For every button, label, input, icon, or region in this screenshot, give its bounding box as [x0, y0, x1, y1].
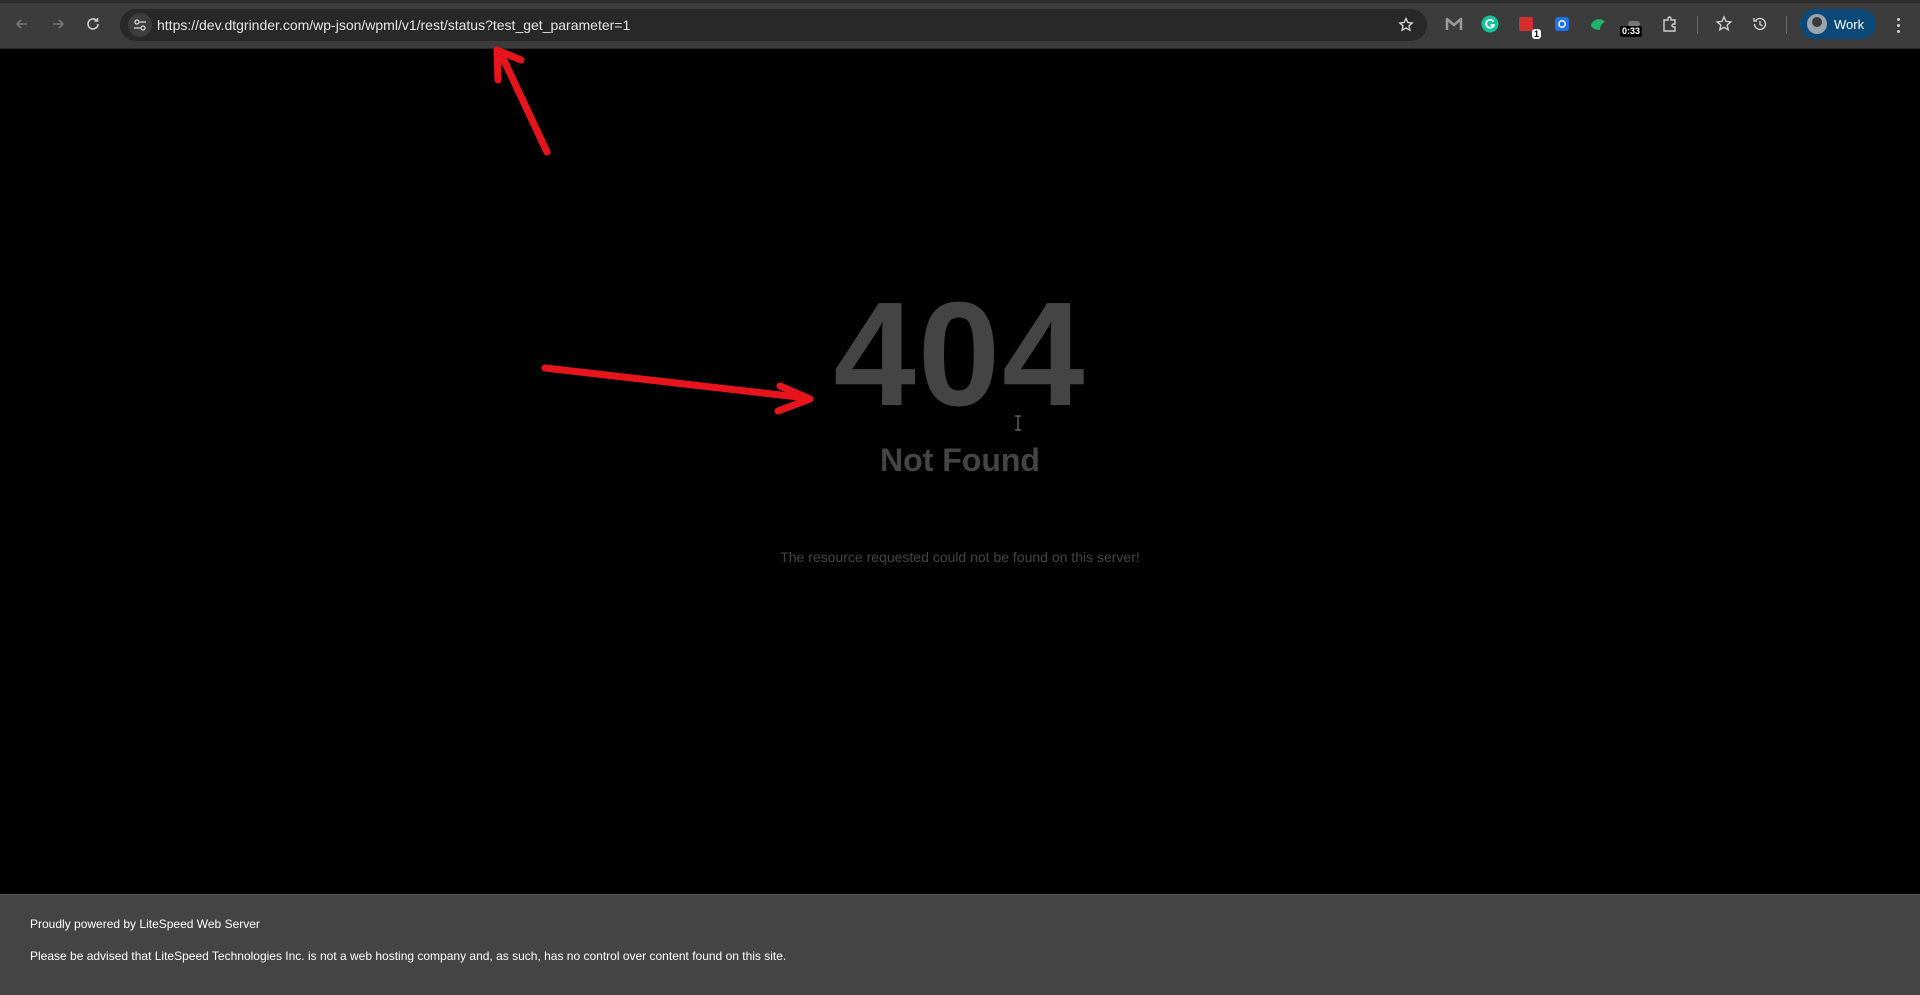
- grammarly-extension-icon[interactable]: [1478, 12, 1502, 36]
- back-arrow-icon: [15, 19, 27, 29]
- site-info-button[interactable]: [128, 13, 152, 37]
- malwarebytes-extension-icon[interactable]: [1442, 12, 1466, 36]
- tune-settings-icon: [134, 19, 146, 31]
- history-clock-icon: [1753, 17, 1767, 31]
- page-footer: Proudly powered by LiteSpeed Web Server …: [0, 894, 1920, 995]
- star-outline-icon: [1398, 17, 1414, 32]
- forward-button[interactable]: [45, 11, 71, 37]
- profile-button[interactable]: Work: [1800, 9, 1876, 39]
- red-extension-icon[interactable]: 1: [1514, 12, 1541, 39]
- tab-strip-edge: [0, 0, 1920, 3]
- bookmarks-button[interactable]: [1712, 12, 1736, 36]
- error-code: 404: [833, 272, 1087, 437]
- forward-arrow-icon: [53, 19, 65, 29]
- menu-dot: [1896, 23, 1900, 27]
- menu-dot: [1896, 29, 1900, 33]
- reload-button[interactable]: [80, 11, 106, 37]
- browser-menu-button[interactable]: [1890, 13, 1906, 37]
- blue-gear-extension-icon[interactable]: [1550, 12, 1574, 36]
- disclaimer-text: Please be advised that LiteSpeed Technol…: [30, 949, 787, 963]
- extensions-puzzle-icon[interactable]: [1658, 12, 1682, 36]
- address-bar[interactable]: https://dev.dtgrinder.com/wp-json/wpml/v…: [120, 9, 1427, 41]
- back-button[interactable]: [9, 11, 35, 37]
- error-title: Not Found: [880, 442, 1040, 478]
- timer-extension-label: 0:33: [1620, 26, 1643, 37]
- menu-dot: [1896, 17, 1900, 21]
- reload-icon: [87, 18, 99, 30]
- bookmark-star-button[interactable]: [1395, 14, 1417, 36]
- extension-badge-count: 1: [1531, 29, 1541, 39]
- toolbar-separator: [1697, 16, 1698, 34]
- url-text[interactable]: https://dev.dtgrinder.com/wp-json/wpml/v…: [157, 9, 630, 41]
- profile-avatar: [1807, 14, 1827, 34]
- profile-label: Work: [1834, 16, 1865, 32]
- text-cursor-icon: [1015, 415, 1021, 431]
- toolbar-separator: [1786, 16, 1787, 34]
- error-description: The resource requested could not be foun…: [780, 549, 1140, 565]
- green-globe-extension-icon[interactable]: [1586, 12, 1610, 36]
- browser-toolbar: https://dev.dtgrinder.com/wp-json/wpml/v…: [0, 0, 1920, 49]
- bookmarks-star-icon: [1715, 15, 1733, 32]
- powered-by-text: Proudly powered by LiteSpeed Web Server: [30, 917, 260, 931]
- history-button[interactable]: [1748, 12, 1772, 36]
